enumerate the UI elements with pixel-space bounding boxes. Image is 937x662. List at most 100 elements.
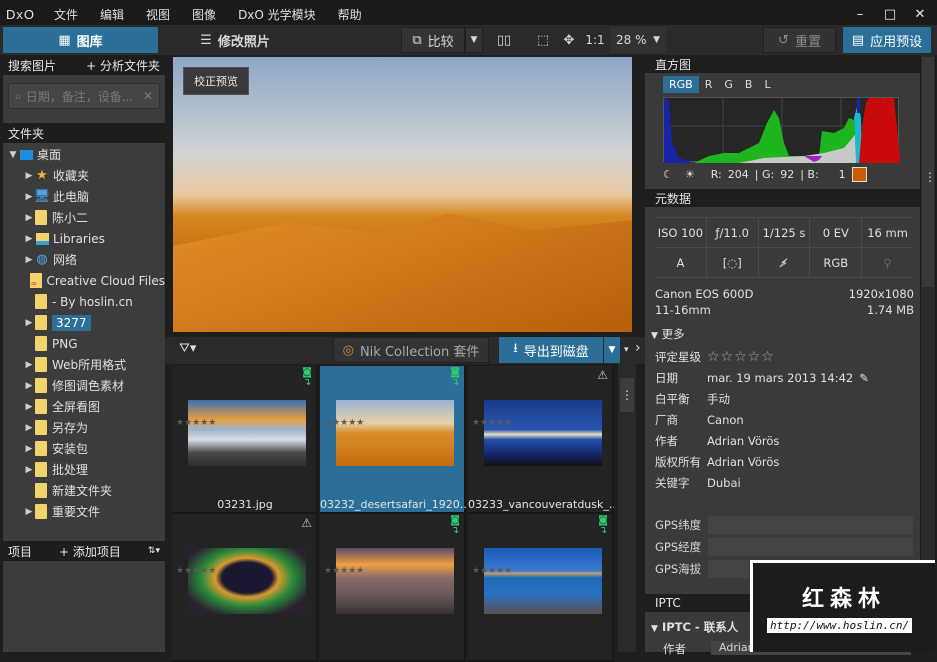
- folder-tree-item[interactable]: ▶ 🖥 此电脑: [3, 186, 165, 207]
- folder-tree-item[interactable]: ▼ 桌面: [3, 144, 165, 165]
- filmstrip-thumbnail[interactable]: ★★★★★ ◙↴: [468, 514, 614, 662]
- analyze-folder-button[interactable]: + 分析文件夹: [86, 57, 160, 74]
- panel-drag-handle[interactable]: ⋮: [924, 170, 936, 184]
- shadow-clipping-icon[interactable]: ☾: [663, 168, 673, 181]
- folder-tree-item[interactable]: ▶ 3277: [3, 312, 165, 333]
- filter-icon[interactable]: ⛛▾: [179, 341, 196, 356]
- folder-icon: [35, 399, 47, 414]
- ratio-button[interactable]: 1:1: [583, 27, 607, 53]
- sort-icon[interactable]: ⇅▾: [148, 546, 160, 556]
- folder-tree-item[interactable]: 新建文件夹: [3, 480, 165, 501]
- scroll-thumb[interactable]: ⋮: [620, 378, 634, 412]
- histogram-tab-l[interactable]: L: [758, 76, 776, 93]
- pan-button[interactable]: ✥: [558, 27, 580, 53]
- star-rating[interactable]: ★★★★★: [176, 418, 216, 428]
- folder-tree-item[interactable]: ▶ 另存为: [3, 417, 165, 438]
- menu-image[interactable]: 图像: [181, 6, 227, 23]
- compare-dropdown[interactable]: ▼: [465, 27, 483, 53]
- gps-row: GPS经度: [655, 538, 913, 556]
- folder-tree-item[interactable]: ▶ 全屏看图: [3, 396, 165, 417]
- expand-arrow-right-icon[interactable]: ▶: [23, 465, 35, 475]
- folder-tree-item[interactable]: ▶ 修图调色素材: [3, 375, 165, 396]
- star-rating[interactable]: ★★★★★: [176, 566, 216, 576]
- star-rating[interactable]: ★★★★★: [472, 418, 512, 428]
- folder-label: Web所用格式: [52, 358, 127, 372]
- grid-icon: ▦: [58, 32, 71, 48]
- close-button[interactable]: ✕: [905, 0, 935, 28]
- filmstrip-thumbnail[interactable]: ★★★★★ ⚠ 03233_vancouveratdusk_...: [468, 366, 614, 514]
- export-to-disk-button[interactable]: ⭳ 导出到磁盘: [499, 337, 603, 363]
- menu-help[interactable]: 帮助: [327, 6, 373, 23]
- folder-tree-item[interactable]: ▶ Libraries: [3, 228, 165, 249]
- star-rating[interactable]: ★★★★★: [324, 566, 364, 576]
- menu-view[interactable]: 视图: [135, 6, 181, 23]
- expand-arrow-right-icon[interactable]: ▶: [23, 423, 35, 433]
- menu-optics-modules[interactable]: DxO 光学模块: [227, 6, 327, 23]
- folder-tree-item[interactable]: ∞ Creative Cloud Files: [3, 270, 165, 291]
- folder-tree-item[interactable]: ▶ ★ 收藏夹: [3, 165, 165, 186]
- menu-edit[interactable]: 编辑: [89, 6, 135, 23]
- filmstrip-thumbnail[interactable]: ★★★★★ ◙↴ 03232_desertsafari_1920...: [320, 366, 466, 514]
- tab-edit-photo[interactable]: ☰ 修改照片: [160, 27, 310, 53]
- chevron-right-icon[interactable]: ›: [635, 340, 641, 356]
- folder-tree-item[interactable]: ▶ ◍ 网络: [3, 249, 165, 270]
- star-rating[interactable]: ★★★★★: [472, 566, 512, 576]
- expand-arrow-right-icon[interactable]: ▶: [23, 255, 35, 265]
- edit-pencil-icon[interactable]: ✎: [859, 371, 869, 385]
- split-view-button[interactable]: ▯▯: [492, 27, 516, 53]
- folder-tree-item[interactable]: PNG: [3, 333, 165, 354]
- expand-arrow-right-icon[interactable]: ▶: [23, 234, 35, 244]
- folder-tree-item[interactable]: ▶ 重要文件: [3, 501, 165, 522]
- thumbnail-filename: 03231.jpg: [217, 498, 273, 511]
- expand-arrow-down-icon[interactable]: ▼: [7, 150, 19, 160]
- minimize-button[interactable]: –: [845, 0, 875, 28]
- expand-arrow-right-icon[interactable]: ▶: [23, 360, 35, 370]
- folder-tree-item[interactable]: ▶ 批处理: [3, 459, 165, 480]
- histogram-tab-g[interactable]: G: [718, 76, 739, 93]
- filmstrip-scrollbar[interactable]: ⋮: [618, 364, 636, 652]
- expand-arrow-right-icon[interactable]: ▶: [23, 444, 35, 454]
- folder-icon: [35, 210, 47, 225]
- filmstrip-options-icon[interactable]: ▾: [624, 345, 629, 355]
- search-input[interactable]: ⌕ 日期，备注，设备... ✕: [8, 83, 160, 109]
- highlight-clipping-icon[interactable]: ☀: [685, 168, 695, 181]
- expand-arrow-right-icon[interactable]: ▶: [23, 171, 35, 181]
- gps-input[interactable]: [708, 538, 913, 556]
- star-rating[interactable]: ★★★★★: [324, 418, 364, 428]
- folder-tree-item[interactable]: ▶ 陈小二: [3, 207, 165, 228]
- zoom-select[interactable]: 28 % ▼: [610, 27, 666, 53]
- iptc-contact-header: IPTC - 联系人: [661, 620, 739, 634]
- expand-arrow-right-icon[interactable]: ▶: [23, 381, 35, 391]
- filmstrip-thumbnail[interactable]: ★★★★★ ◙↴ 03231.jpg: [172, 366, 318, 514]
- histogram-tab-b[interactable]: B: [739, 76, 759, 93]
- gps-input[interactable]: [708, 516, 913, 534]
- fit-screen-button[interactable]: ⬚: [532, 27, 554, 53]
- nik-collection-button[interactable]: ◎ Nik Collection 套件: [333, 337, 489, 363]
- tab-library[interactable]: ▦ 图库: [3, 27, 158, 53]
- folder-tree-item[interactable]: ▶ 安装包: [3, 438, 165, 459]
- add-project-button[interactable]: + 添加项目: [59, 543, 121, 560]
- iptc-contact-toggle[interactable]: ▼ IPTC - 联系人: [651, 619, 738, 635]
- maximize-button[interactable]: □: [875, 0, 905, 28]
- histogram-tab-rgb[interactable]: RGB: [663, 76, 699, 93]
- reset-button[interactable]: ↺ 重置: [763, 27, 836, 53]
- folder-label: Libraries: [53, 231, 105, 246]
- histogram: [663, 97, 900, 163]
- more-section-toggle[interactable]: ▼ 更多: [651, 326, 685, 342]
- image-preview[interactable]: 校正预览: [173, 57, 632, 332]
- expand-arrow-right-icon[interactable]: ▶: [23, 213, 35, 223]
- expand-arrow-right-icon[interactable]: ▶: [23, 402, 35, 412]
- folder-tree-item[interactable]: ▶ Web所用格式: [3, 354, 165, 375]
- menu-file[interactable]: 文件: [43, 6, 89, 23]
- filmstrip-thumbnail[interactable]: ★★★★★ ⚠: [172, 514, 318, 662]
- expand-arrow-right-icon[interactable]: ▶: [23, 318, 35, 328]
- star-rating-input[interactable]: ☆☆☆☆☆: [707, 349, 775, 365]
- apply-preset-button[interactable]: ▤ 应用预设: [843, 27, 931, 53]
- export-dropdown[interactable]: ▼: [604, 337, 620, 363]
- histogram-tab-r[interactable]: R: [699, 76, 719, 93]
- folder-tree-item[interactable]: - By hoslin.cn: [3, 291, 165, 312]
- compare-button[interactable]: ⧉ 比较: [401, 27, 465, 53]
- expand-arrow-right-icon[interactable]: ▶: [23, 507, 35, 517]
- filmstrip-thumbnail[interactable]: ★★★★★ ◙↴: [320, 514, 466, 662]
- clear-icon[interactable]: ✕: [143, 89, 153, 103]
